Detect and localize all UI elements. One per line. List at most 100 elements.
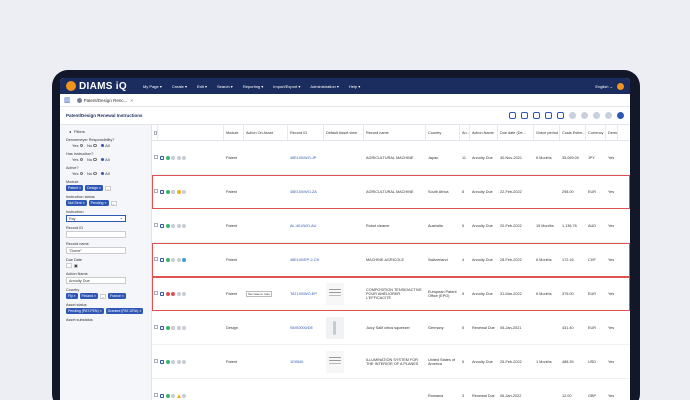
- table-row[interactable]: Romania 3 Renewal Due 06-Jan-2022 12.00 GBP Ye…: [152, 379, 630, 400]
- radio-no[interactable]: No: [87, 171, 97, 176]
- upload-icon[interactable]: [545, 112, 552, 119]
- module-dropdown[interactable]: ⌄: [105, 185, 112, 191]
- col-default-view[interactable]: Default Asset view: [324, 125, 364, 140]
- filter-option-icon[interactable]: [569, 112, 576, 119]
- status-dot-icon[interactable]: [171, 155, 175, 160]
- edit-icon[interactable]: [160, 189, 164, 194]
- status-dropdown[interactable]: ⌄: [110, 200, 117, 206]
- status-chip[interactable]: Pending: [88, 200, 109, 206]
- save-icon[interactable]: [521, 112, 528, 119]
- menu-reporting[interactable]: Reporting ▾: [243, 84, 263, 89]
- dashboard-chart-icon[interactable]: ▥: [64, 96, 71, 104]
- status-dot-icon[interactable]: [176, 359, 181, 364]
- status-dot-icon[interactable]: [182, 189, 186, 194]
- status-dot-icon[interactable]: [171, 223, 175, 228]
- info-icon[interactable]: [617, 112, 624, 119]
- table-row[interactable]: Patent 45E100/WO-JP AGRICULTURAL MACHINE Ja…: [152, 141, 630, 175]
- record-id-link[interactable]: 45E100/WO-JP: [288, 156, 324, 160]
- approve-icon[interactable]: [165, 155, 170, 160]
- table-row[interactable]: Patent AL-401/WO-AU Robot cleaner Australia…: [152, 209, 630, 243]
- approve-icon[interactable]: [165, 393, 170, 398]
- radio-all[interactable]: All: [100, 143, 110, 148]
- status-dot-icon[interactable]: [171, 189, 175, 194]
- radio-yes[interactable]: Yes: [72, 171, 84, 176]
- action-select[interactable]: Set case to man...: [246, 290, 272, 297]
- asset-thumbnail[interactable]: [326, 350, 344, 373]
- record-id-link[interactable]: 1D0540: [288, 360, 324, 364]
- menu-create[interactable]: Create ▾: [172, 84, 187, 89]
- menu-help[interactable]: Help ▾: [349, 84, 360, 89]
- radio-yes[interactable]: Yes: [72, 157, 84, 162]
- module-chip[interactable]: Patent: [66, 185, 84, 191]
- select-all-checkbox[interactable]: [154, 130, 157, 135]
- menu-edit[interactable]: Edit ▾: [197, 84, 207, 89]
- col-due-date[interactable]: Due date (De...: [498, 125, 534, 140]
- country-dropdown[interactable]: ⌄: [100, 293, 107, 299]
- record-id-link[interactable]: AL-401/WO-AU: [288, 224, 324, 228]
- col-module[interactable]: Module: [224, 125, 244, 140]
- edit-icon[interactable]: [160, 291, 164, 296]
- col-country[interactable]: Country: [426, 125, 460, 140]
- warning-icon[interactable]: [176, 189, 181, 194]
- radio-yes[interactable]: Yes: [72, 143, 84, 148]
- edit-icon[interactable]: [160, 325, 164, 330]
- list-option-icon[interactable]: [593, 112, 600, 119]
- approve-icon[interactable]: [165, 257, 170, 262]
- due-date-from[interactable]: [66, 263, 72, 268]
- status-dot-icon[interactable]: [176, 155, 181, 160]
- col-annuity[interactable]: An...: [460, 125, 470, 140]
- record-name-input[interactable]: "Dome": [66, 247, 126, 254]
- menu-my-page[interactable]: My Page ▾: [143, 84, 162, 89]
- status-dot-icon[interactable]: [182, 359, 186, 364]
- approve-icon[interactable]: [165, 325, 170, 330]
- approve-icon[interactable]: [165, 223, 170, 228]
- record-id-link[interactable]: 45E100/EP-2-CH: [288, 258, 324, 262]
- refresh-icon[interactable]: [509, 112, 516, 119]
- columns-icon[interactable]: [557, 112, 564, 119]
- record-id-link[interactable]: TAT100/WO-EP: [288, 292, 324, 296]
- status-chip[interactable]: Not Sent: [66, 200, 87, 206]
- asset-thumbnail[interactable]: [326, 282, 344, 305]
- instruction-select[interactable]: Pay: [66, 215, 126, 222]
- table-row[interactable]: Design SMX0000/DE Juicy Salif citrus squee…: [152, 311, 630, 345]
- col-record-id[interactable]: Record ID: [288, 125, 324, 140]
- record-id-input[interactable]: [66, 231, 126, 238]
- edit-icon[interactable]: [160, 393, 164, 398]
- asset-thumbnail[interactable]: [326, 316, 344, 339]
- country-chip[interactable]: Finland: [79, 293, 99, 299]
- calendar-icon[interactable]: ▣: [74, 263, 78, 268]
- menu-administration[interactable]: Administration ▾: [310, 84, 338, 89]
- info-icon[interactable]: [182, 257, 186, 262]
- approve-icon[interactable]: [165, 189, 170, 194]
- status-dot-icon[interactable]: [171, 393, 175, 398]
- edit-icon[interactable]: [160, 223, 164, 228]
- status-dot-icon[interactable]: [176, 325, 181, 330]
- radio-all[interactable]: All: [100, 171, 110, 176]
- close-tab-icon[interactable]: ×: [130, 98, 133, 103]
- reject-icon[interactable]: [165, 291, 170, 296]
- status-dot-icon[interactable]: [176, 257, 181, 262]
- col-grace[interactable]: Grace period: [534, 125, 560, 140]
- country-chip[interactable]: Fiji: [66, 293, 78, 299]
- tab-patent-design-renewal[interactable]: Patent/Design Renc... ×: [76, 97, 133, 103]
- table-row[interactable]: Patent 1D0540 ILLUMINATION SYSTEM FOR THE …: [152, 345, 630, 379]
- col-record-name[interactable]: Record name: [364, 125, 426, 140]
- table-row[interactable]: Patent 45E100/WO-ZA AGRICULTURAL MACHINE So…: [152, 175, 630, 209]
- table-row[interactable]: Patent 45E100/EP-2-CH MACHINE AGRICOLE Swit…: [152, 243, 630, 277]
- country-chip[interactable]: France: [108, 293, 126, 299]
- asset-status-chip[interactable]: Pending (PAT-PEN): [66, 308, 104, 314]
- edit-icon[interactable]: [160, 257, 164, 262]
- col-action[interactable]: Action On Asset: [244, 125, 288, 140]
- col-dema[interactable]: Dema: [606, 125, 618, 140]
- export-icon[interactable]: [533, 112, 540, 119]
- chevron-left-icon[interactable]: ◂: [69, 129, 71, 134]
- col-currency[interactable]: Currency: [586, 125, 606, 140]
- action-name-input[interactable]: Annuity Due: [66, 277, 126, 284]
- status-dot-icon[interactable]: [182, 155, 186, 160]
- reject-icon[interactable]: [171, 291, 175, 296]
- edit-icon[interactable]: [160, 155, 164, 160]
- language-selector[interactable]: English ⌄: [595, 84, 613, 89]
- col-costs[interactable]: Costs Estim...: [560, 125, 586, 140]
- approve-icon[interactable]: [165, 359, 170, 364]
- status-dot-icon[interactable]: [182, 393, 186, 398]
